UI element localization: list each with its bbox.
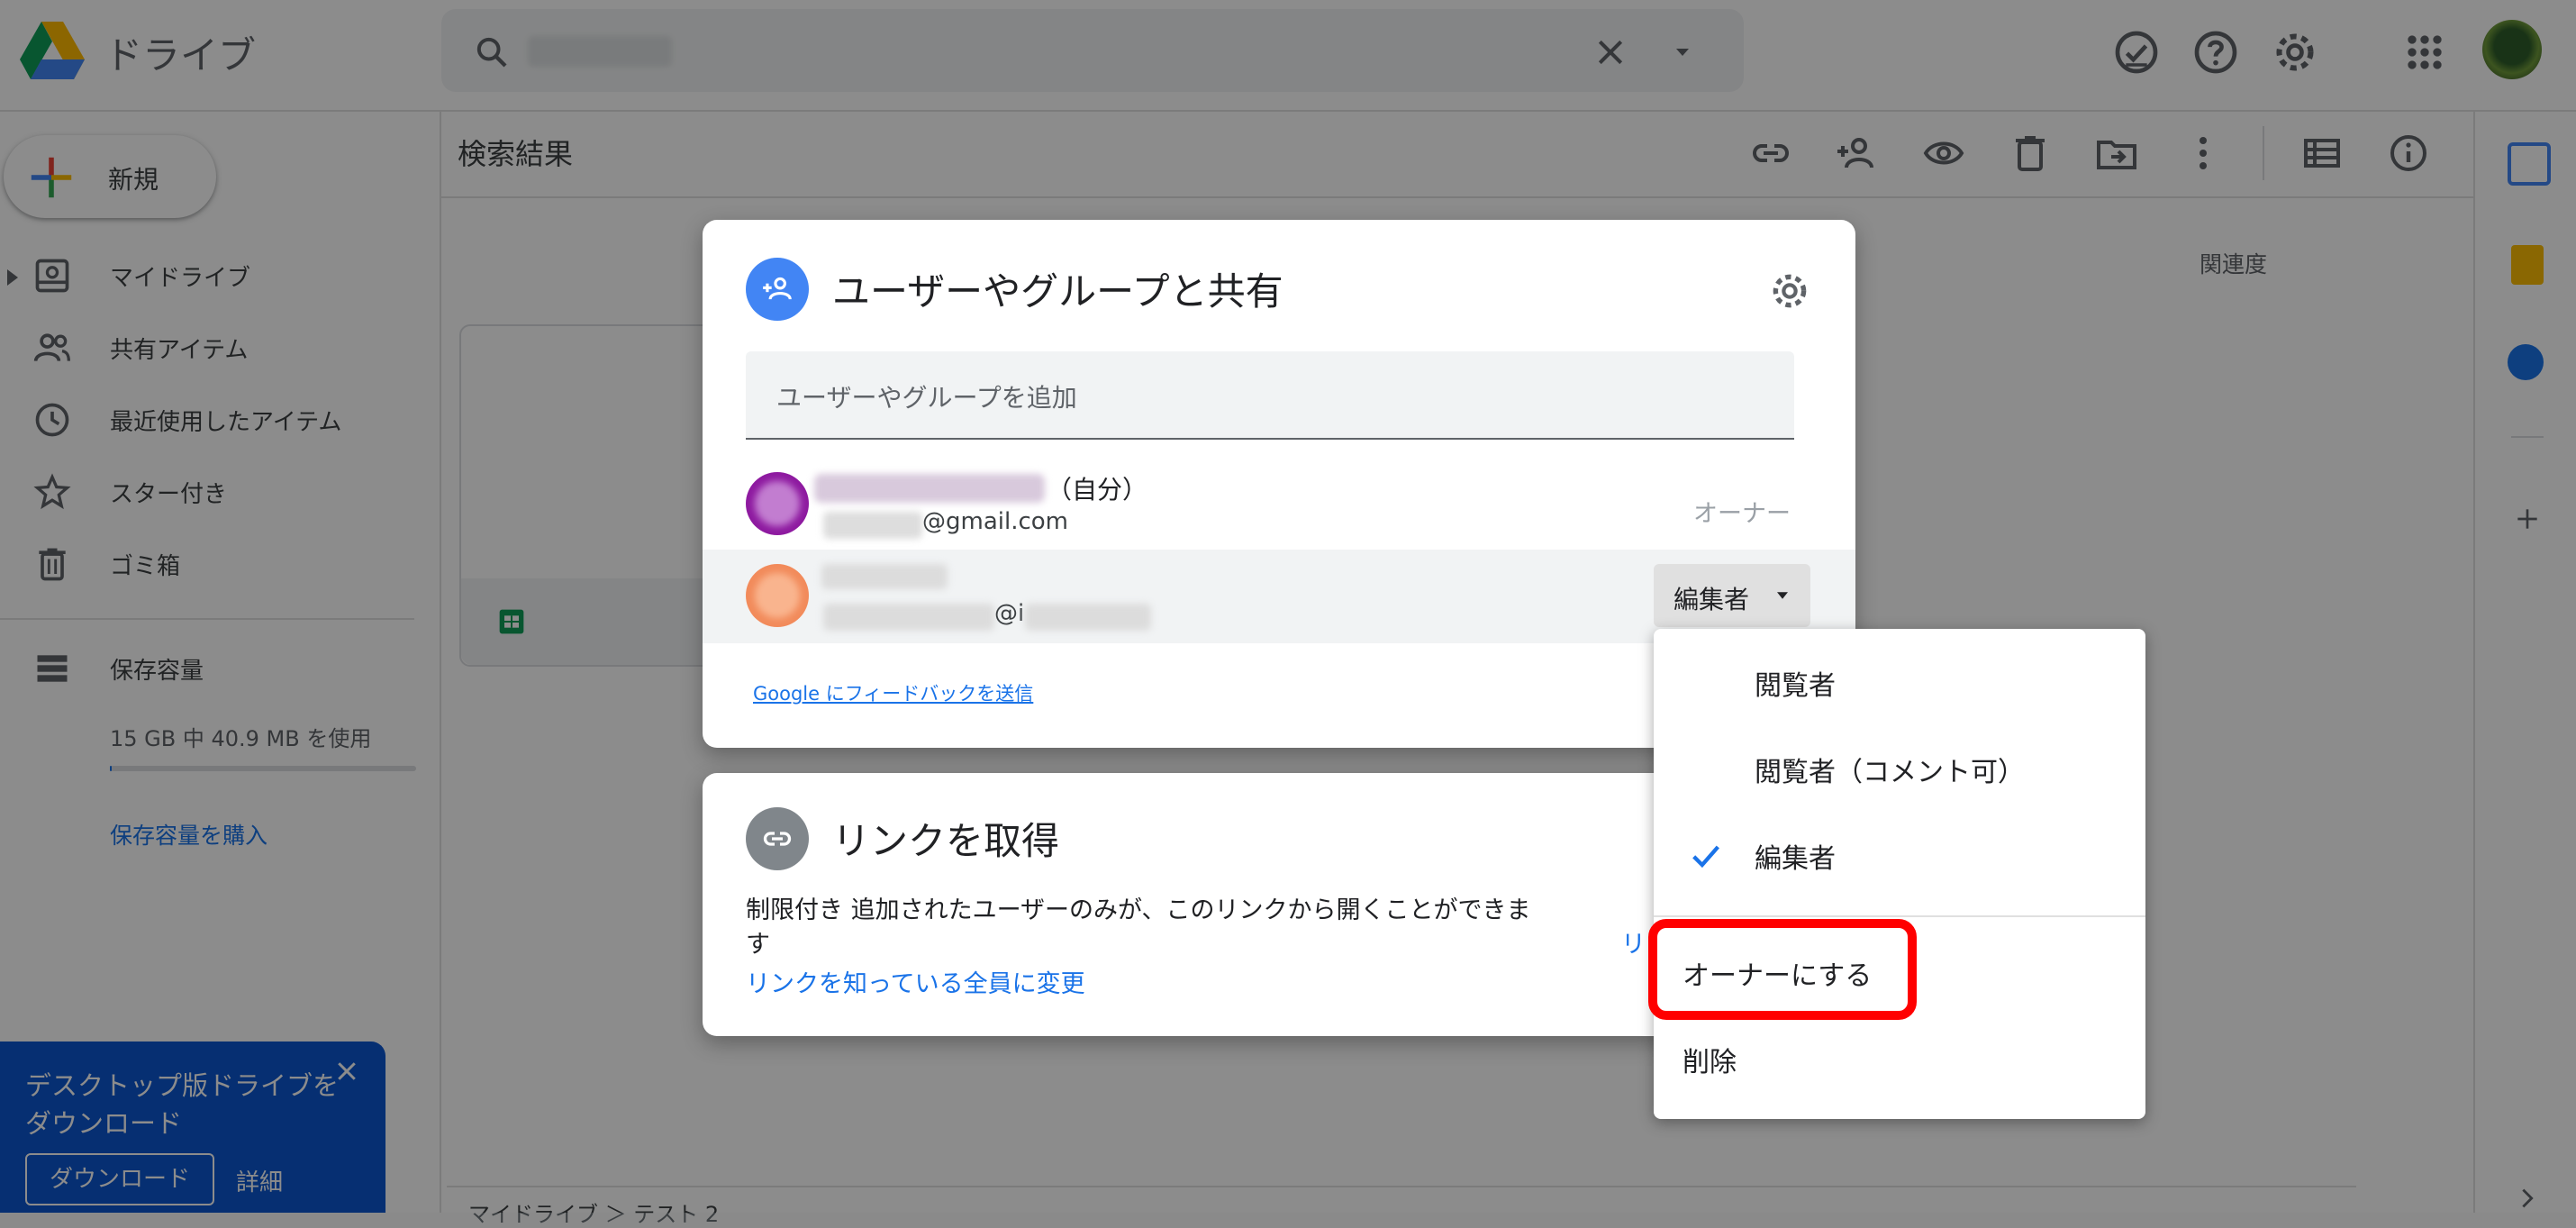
link-icon [763,832,792,846]
add-people-input[interactable]: ユーザーやグループを追加 [746,351,1794,440]
settings-icon[interactable] [1767,268,1812,314]
role-dropdown-label: 編集者 [1673,585,1750,614]
copy-link-partial[interactable]: リ [1621,924,1646,960]
menu-item-remove[interactable]: 削除 [1654,1018,2145,1094]
restriction-text: 追加されたユーザーのみが、このリンクから開くことができま [850,896,1531,924]
owner-name-redacted [814,474,1045,503]
editor-email-redacted [823,604,994,631]
menu-item-label: 編集者 [1755,843,1836,875]
menu-item-label: 閲覧者（コメント可） [1755,757,2025,788]
menu-item-viewer[interactable]: 閲覧者 [1654,645,2145,717]
owner-email: @gmail.com [922,508,1069,535]
role-dropdown[interactable]: 編集者 [1654,564,1810,627]
add-people-placeholder: ユーザーやグループを追加 [776,383,1077,413]
highlight-box [1648,919,1917,1020]
editor-email: @i [994,600,1025,627]
drive-app: ドライブ 新規 マイドライブ 共有アイテム 最近使用したアイテム スター付き ゴ… [0,0,2576,1227]
chevron-down-icon [1777,592,1788,599]
avatar [746,472,809,535]
check-icon [1692,845,1719,869]
menu-item-label: 閲覧者 [1755,670,1836,702]
link-dialog-title: リンクを取得 [832,819,1060,863]
change-link-access[interactable]: リンクを知っている全員に変更 [746,964,1085,999]
menu-item-commenter[interactable]: 閲覧者（コメント可） [1654,732,2145,804]
avatar-redacted [755,573,800,618]
feedback-link[interactable]: Google にフィードバックを送信 [753,679,1033,706]
owner-email-redacted [823,512,922,539]
avatar-redacted [755,481,800,526]
owner-role: オーナー [1693,500,1791,528]
menu-item-editor[interactable]: 編集者 [1654,818,2145,890]
share-dialog-icon [746,258,809,321]
add-person-icon [763,277,792,300]
role-menu: 閲覧者 閲覧者（コメント可） 編集者 オーナーにする 削除 [1654,629,2145,1119]
editor-name-redacted [821,564,948,589]
restriction-label[interactable]: 制限付き [746,896,843,924]
owner-row: （自分） @gmail.com オーナー [703,461,1855,551]
share-dialog-title: ユーザーやグループと共有 [832,269,1283,314]
owner-self-label: （自分） [1047,475,1148,505]
link-restriction: 制限付き 追加されたユーザーのみが、このリンクから開くことができま [746,890,1531,925]
restriction-text-wrap: す [746,931,770,959]
editor-email-redacted-2 [1025,604,1151,631]
avatar [746,564,809,627]
menu-item-label: 削除 [1683,1047,1737,1078]
link-dialog-icon [746,807,809,870]
menu-divider [1654,915,2145,917]
